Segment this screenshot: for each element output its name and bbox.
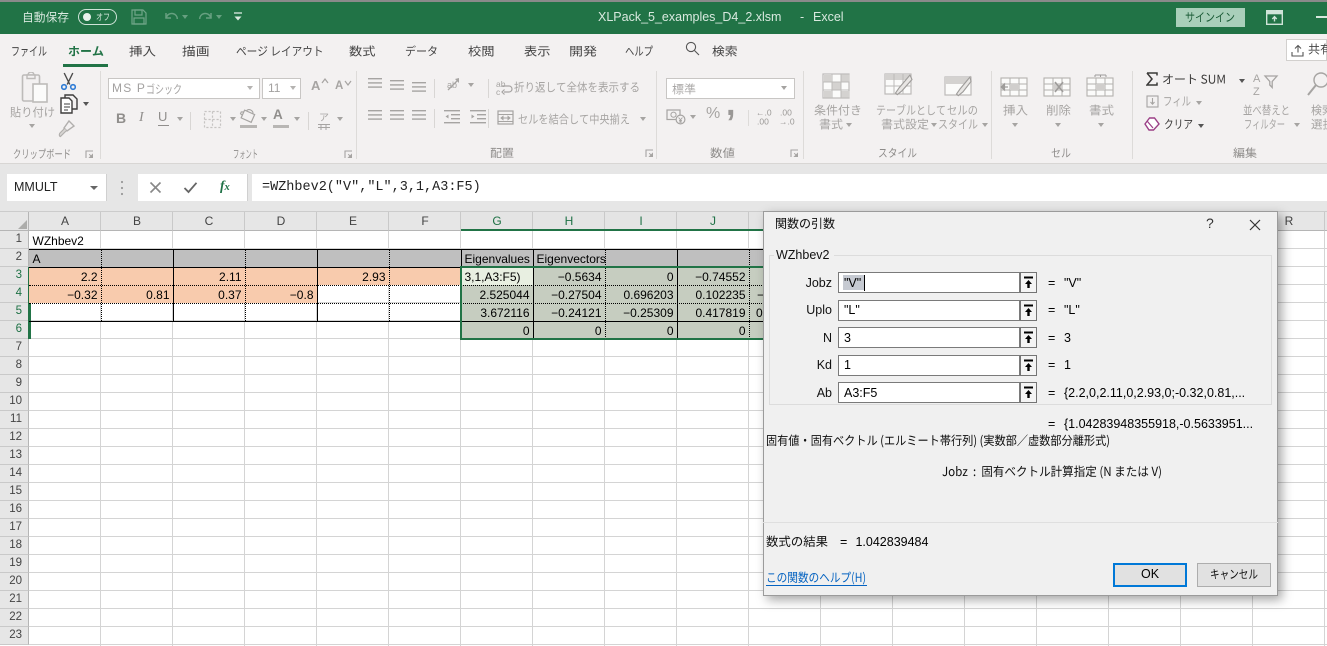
svg-text:A: A: [1253, 73, 1261, 85]
svg-text:ab: ab: [447, 80, 457, 90]
svg-text:→.0: →.0: [779, 117, 795, 126]
svg-text:Z: Z: [1253, 86, 1260, 98]
svg-text:.00: .00: [757, 117, 769, 126]
